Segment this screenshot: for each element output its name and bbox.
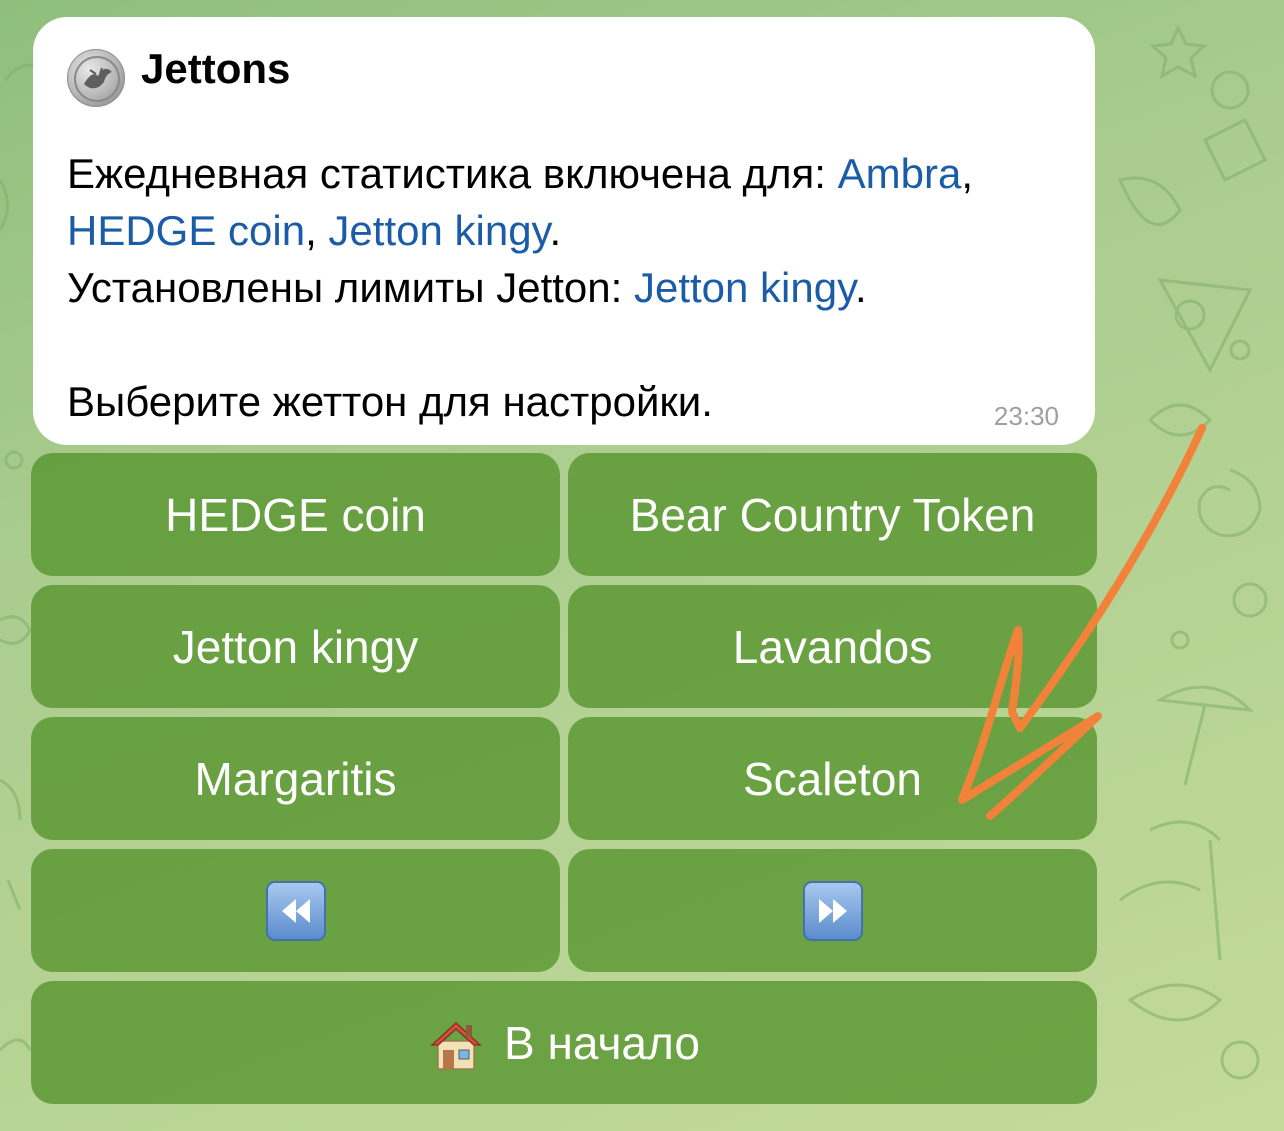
link-hedge-coin[interactable]: HEDGE coin (67, 207, 305, 254)
period: . (549, 207, 562, 254)
bot-avatar (67, 49, 125, 107)
link-ambra[interactable]: Ambra (838, 150, 962, 197)
link-jetton-kingy[interactable]: Jetton kingy (328, 207, 549, 254)
coin-emblem-icon (74, 56, 120, 102)
link-jetton-kingy-limits[interactable]: Jetton kingy (634, 264, 855, 311)
button-jetton-kingy[interactable]: Jetton kingy (31, 585, 560, 708)
button-hedge-coin[interactable]: HEDGE coin (31, 453, 560, 576)
button-bear-country-token[interactable]: Bear Country Token (568, 453, 1097, 576)
limits-label: Установлены лимиты Jetton: (67, 264, 634, 311)
message-line-3: Установлены лимиты Jetton: Jetton kingy. (67, 259, 1077, 316)
home-button-label: В начало (504, 1016, 700, 1069)
button-previous-page[interactable] (31, 849, 560, 972)
sender-name[interactable]: Jettons (141, 37, 290, 100)
button-lavandos[interactable]: Lavandos (568, 585, 1097, 708)
house-icon (430, 1021, 482, 1070)
separator-comma: , (961, 150, 973, 197)
button-next-page[interactable] (568, 849, 1097, 972)
daily-stats-label: Ежедневная статистика включена для: (67, 150, 838, 197)
message-line-4: Выберите жеттон для настройки. (67, 378, 713, 425)
button-home[interactable]: В начало (31, 981, 1097, 1104)
button-margaritis[interactable]: Margaritis (31, 717, 560, 840)
separator: , (305, 207, 329, 254)
message-time: 23:30 (993, 401, 1059, 431)
period: . (854, 264, 867, 311)
message-bubble: Jettons Ежедневная статистика включена д… (33, 17, 1095, 445)
rewind-icon (265, 880, 326, 941)
message-line-1: Ежедневная статистика включена для: Ambr… (67, 145, 1077, 202)
message-text: Ежедневная статистика включена для: Ambr… (67, 145, 1077, 430)
fast-forward-icon (802, 880, 863, 941)
message-line-2: HEDGE coin, Jetton kingy. (67, 202, 1077, 259)
button-scaleton[interactable]: Scaleton (568, 717, 1097, 840)
